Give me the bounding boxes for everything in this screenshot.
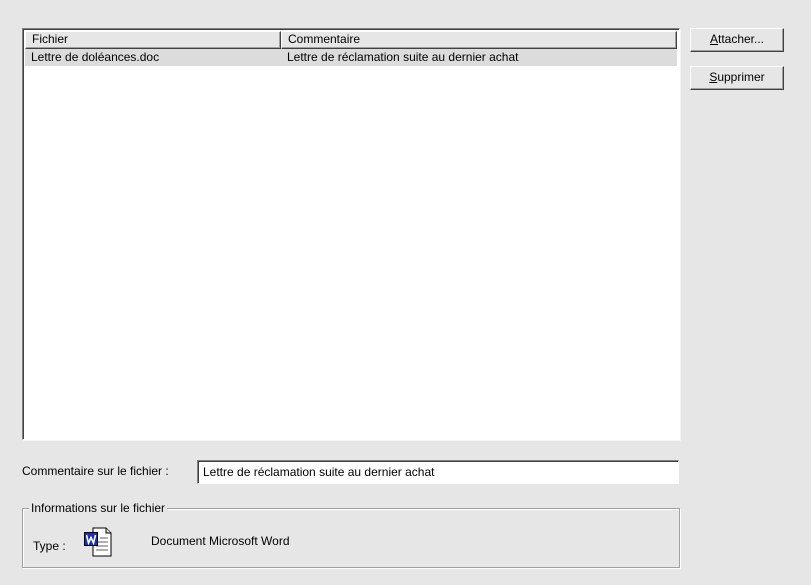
list-item-comment: Lettre de réclamation suite au dernier a… xyxy=(287,50,519,64)
list-rows: Lettre de doléances.doc Lettre de réclam… xyxy=(25,49,677,66)
file-info-group: Informations sur le fichier Type : Docum… xyxy=(22,500,680,568)
comment-field-label: Commentaire sur le fichier : xyxy=(22,464,169,478)
file-type-value: Document Microsoft Word xyxy=(151,534,290,548)
delete-button-label: upprimer xyxy=(717,70,765,84)
attach-button-label: ttacher... xyxy=(717,32,765,46)
word-document-icon xyxy=(84,527,112,557)
file-info-title: Informations sur le fichier xyxy=(29,500,168,516)
list-item[interactable]: Lettre de doléances.doc Lettre de réclam… xyxy=(25,49,677,66)
file-type-label: Type : xyxy=(33,539,66,553)
column-header-file[interactable]: Fichier xyxy=(25,31,281,49)
list-header: Fichier Commentaire xyxy=(25,31,677,49)
attachments-list[interactable]: Fichier Commentaire Lettre de doléances.… xyxy=(22,28,680,440)
comment-field-input[interactable] xyxy=(197,460,679,484)
attach-button[interactable]: Attacher... xyxy=(690,28,784,52)
list-item-file: Lettre de doléances.doc xyxy=(31,50,160,64)
attach-button-mnemonic: A xyxy=(709,32,718,46)
column-header-comment[interactable]: Commentaire xyxy=(281,31,677,49)
delete-button[interactable]: Supprimer xyxy=(690,66,784,90)
